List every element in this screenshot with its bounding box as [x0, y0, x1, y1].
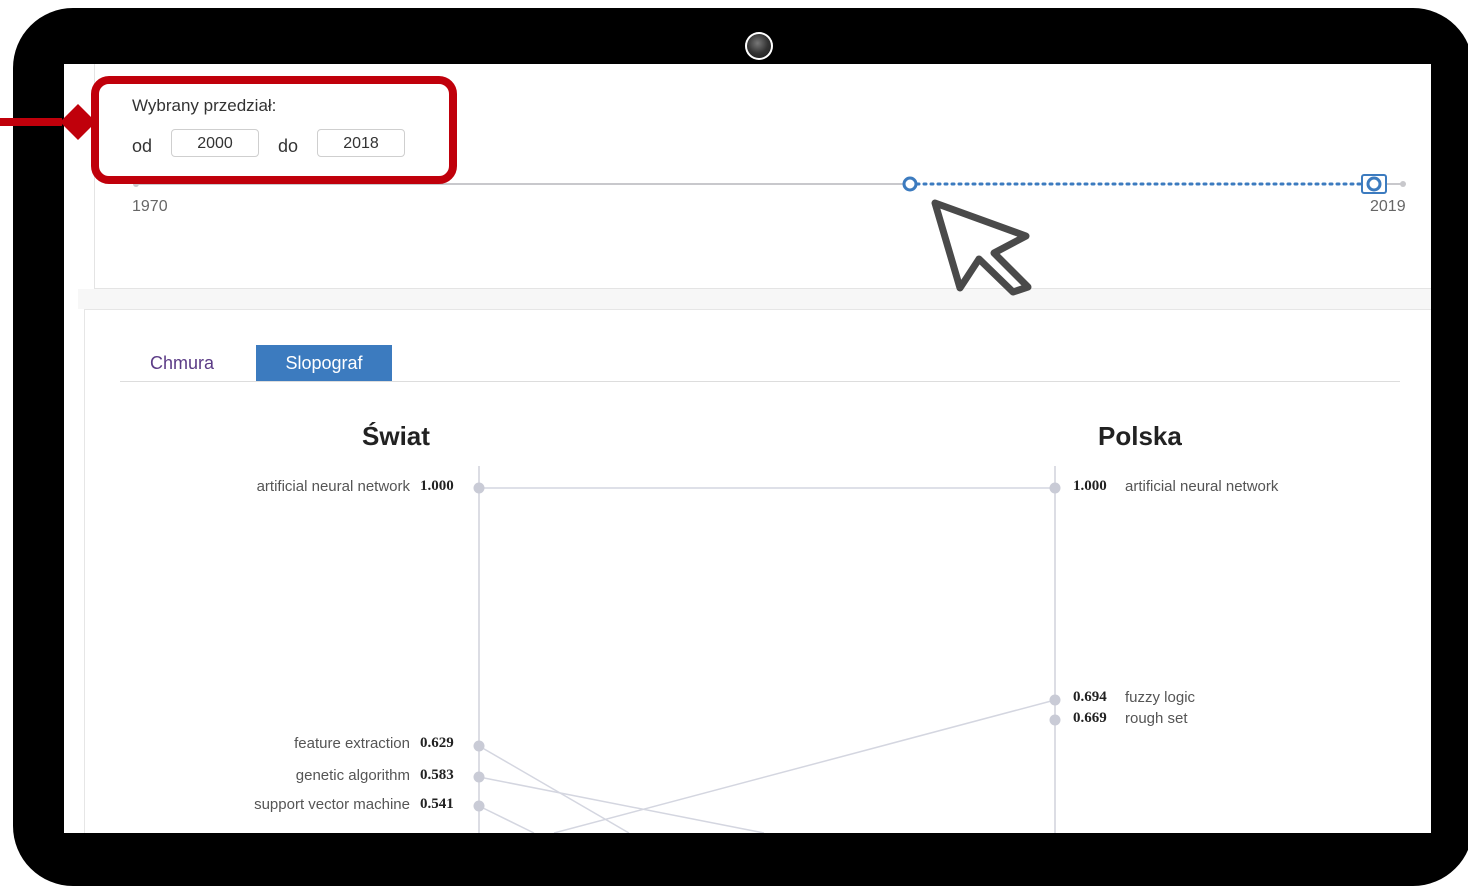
camera-icon: [745, 32, 773, 60]
slope-line-genetic-algorithm: [478, 776, 765, 833]
left-value-label: 0.583: [420, 767, 454, 783]
left-point-genetic-algorithm: [473, 771, 485, 783]
right-term-label: fuzzy logic: [1125, 689, 1196, 706]
left-term-label: artificial neural network: [256, 478, 410, 495]
slopegraph: [473, 466, 1061, 833]
left-term-label: support vector machine: [254, 796, 410, 813]
slope-line-feature-extraction: [478, 745, 630, 833]
right-point-artificial-neural-network: [1049, 482, 1061, 494]
right-value-label: 0.669: [1073, 710, 1107, 726]
slope-line-fuzzy-logic: [553, 699, 1056, 833]
right-point-fuzzy-logic: [1049, 694, 1061, 706]
right-value-label: 1.000: [1073, 478, 1107, 494]
right-term-label: artificial neural network: [1125, 478, 1279, 495]
left-term-label: genetic algorithm: [295, 767, 410, 784]
left-value-label: 1.000: [420, 478, 454, 494]
right-term-label: rough set: [1125, 710, 1188, 727]
left-point-support-vector-machine: [473, 800, 485, 812]
left-value-label: 0.629: [420, 735, 454, 751]
left-term-label: feature extraction: [294, 735, 410, 752]
left-value-label: 0.541: [420, 796, 454, 812]
left-point-feature-extraction: [473, 740, 485, 752]
right-point-rough-set: [1049, 714, 1061, 726]
slope-line-support-vector-machine: [478, 805, 535, 833]
screen: Wybrany przedział: od 2000 do 2018 1970 …: [64, 64, 1431, 833]
right-value-label: 0.694: [1073, 689, 1107, 705]
left-point-artificial-neural-network: [473, 482, 485, 494]
